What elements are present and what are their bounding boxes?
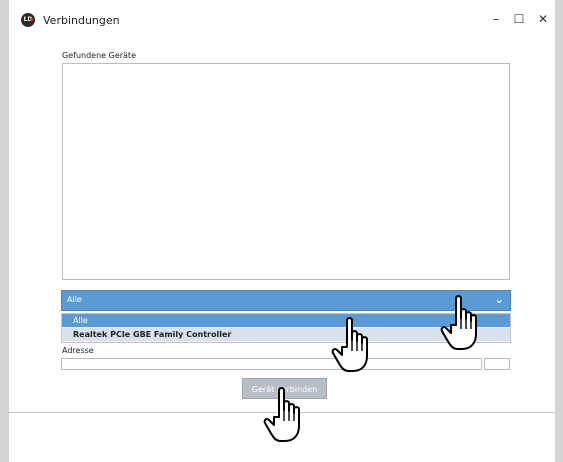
screen-edge-left [0,0,9,462]
minimize-icon[interactable]: – [485,10,507,28]
found-devices-label: Gefundene Geräte [62,51,136,60]
screen-edge-right [555,0,563,462]
close-icon[interactable]: ✕ [532,10,554,28]
address-input[interactable] [61,358,482,370]
hand-pointer-icon [331,317,368,372]
address-label: Adresse [62,346,94,355]
maximize-icon[interactable]: ☐ [508,10,530,28]
found-devices-list[interactable] [62,63,510,280]
port-input[interactable] [484,358,510,370]
chevron-down-icon[interactable]: ⌄ [495,293,504,307]
title-bar[interactable]: LD Verbindungen – ☐ ✕ [9,0,555,40]
hand-pointer-icon [263,387,300,442]
window-title: Verbindungen [43,14,120,27]
app-logo-icon: LD [21,13,35,27]
interface-select-value: Alle [67,295,82,304]
app-logo-dot [30,18,33,21]
hand-pointer-icon [440,295,477,350]
